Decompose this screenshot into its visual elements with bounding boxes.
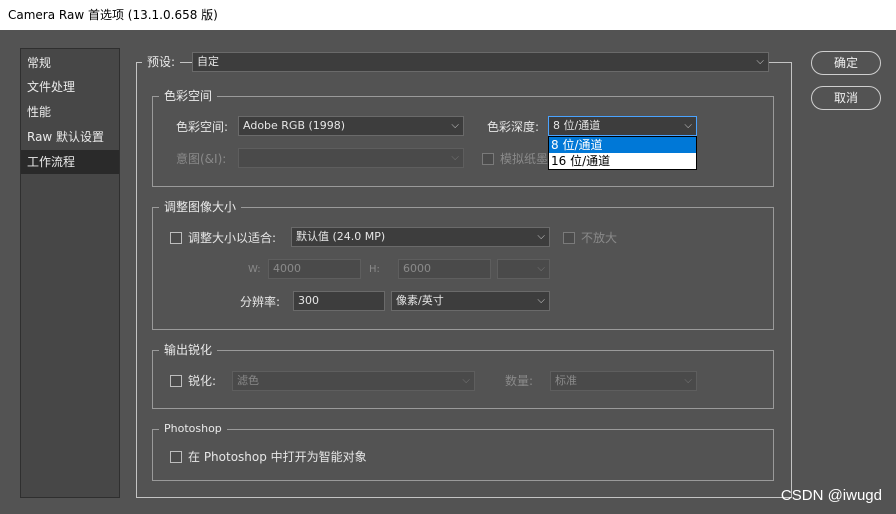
chevron-down-icon: ⌵ bbox=[756, 56, 764, 67]
resolution-unit-value: 像素/英寸 bbox=[396, 294, 444, 307]
amount-value: 标准 bbox=[555, 374, 577, 387]
preset-select[interactable]: 自定 ⌵ bbox=[192, 52, 769, 72]
watermark-text: CSDN @iwugd bbox=[780, 487, 882, 504]
sharpen-label: 锐化: bbox=[188, 374, 217, 388]
resize-to-fit-value: 默认值 (24.0 MP) bbox=[296, 230, 386, 243]
sidebar-item-raw-defaults[interactable]: Raw 默认设置 bbox=[21, 125, 119, 149]
intent-select[interactable]: ⌵ bbox=[238, 148, 464, 168]
color-depth-option-8bit[interactable]: 8 位/通道 bbox=[549, 137, 696, 153]
color-depth-value: 8 位/通道 bbox=[553, 119, 601, 132]
smart-object-label: 在 Photoshop 中打开为智能对象 bbox=[188, 450, 367, 464]
width-input[interactable]: 4000 bbox=[268, 259, 361, 279]
chevron-down-icon: ⌵ bbox=[462, 375, 470, 386]
preset-value: 自定 bbox=[197, 55, 219, 68]
color-depth-select[interactable]: 8 位/通道 ⌵ bbox=[548, 116, 697, 136]
preset-label: 预设: bbox=[142, 55, 181, 69]
sidebar-item-general[interactable]: 常规 bbox=[21, 51, 119, 75]
resize-legend: 调整图像大小 bbox=[159, 200, 242, 214]
color-space-legend: 色彩空间 bbox=[159, 89, 218, 103]
simulate-paper-label: 模拟纸墨 bbox=[500, 152, 549, 166]
color-space-label: 色彩空间: bbox=[176, 120, 229, 134]
ok-button[interactable]: 确定 bbox=[811, 51, 881, 75]
amount-label: 数量: bbox=[505, 374, 534, 388]
chevron-down-icon: ⌵ bbox=[684, 375, 692, 386]
sharpen-target-select[interactable]: 滤色 ⌵ bbox=[232, 371, 475, 391]
sidebar-item-workflow[interactable]: 工作流程 bbox=[21, 150, 119, 174]
resolution-unit-select[interactable]: 像素/英寸 ⌵ bbox=[391, 291, 550, 311]
width-label: W: bbox=[248, 264, 261, 275]
chevron-down-icon: ⌵ bbox=[451, 152, 459, 163]
no-enlarge-checkbox[interactable] bbox=[563, 232, 575, 244]
chevron-down-icon: ⌵ bbox=[684, 120, 692, 131]
resize-to-fit-label: 调整大小以适合: bbox=[188, 231, 277, 245]
size-unit-select[interactable]: ⌵ bbox=[497, 259, 550, 279]
simulate-paper-checkbox[interactable] bbox=[482, 153, 494, 165]
chevron-down-icon: ⌵ bbox=[451, 120, 459, 131]
sidebar: 常规 文件处理 性能 Raw 默认设置 工作流程 bbox=[20, 48, 120, 498]
amount-select[interactable]: 标准 ⌵ bbox=[550, 371, 697, 391]
chevron-down-icon: ⌵ bbox=[537, 263, 545, 274]
resize-to-fit-select[interactable]: 默认值 (24.0 MP) ⌵ bbox=[291, 227, 550, 247]
height-input[interactable]: 6000 bbox=[398, 259, 491, 279]
color-space-select[interactable]: Adobe RGB (1998) ⌵ bbox=[238, 116, 464, 136]
sidebar-item-performance[interactable]: 性能 bbox=[21, 100, 119, 124]
cancel-button[interactable]: 取消 bbox=[811, 86, 881, 110]
sharpen-target-value: 滤色 bbox=[237, 374, 259, 387]
color-depth-dropdown: 8 位/通道 16 位/通道 bbox=[548, 136, 697, 170]
color-depth-label: 色彩深度: bbox=[487, 120, 540, 134]
intent-label: 意图(&I): bbox=[176, 152, 227, 166]
smart-object-checkbox[interactable] bbox=[170, 451, 182, 463]
photoshop-legend: Photoshop bbox=[159, 422, 227, 436]
height-label: H: bbox=[369, 264, 380, 275]
sidebar-item-file-handling[interactable]: 文件处理 bbox=[21, 75, 119, 99]
sharpen-legend: 输出锐化 bbox=[159, 343, 218, 357]
resolution-input[interactable]: 300 bbox=[293, 291, 385, 311]
resize-to-fit-checkbox[interactable] bbox=[170, 232, 182, 244]
chevron-down-icon: ⌵ bbox=[537, 295, 545, 306]
color-depth-option-16bit[interactable]: 16 位/通道 bbox=[549, 153, 696, 169]
chevron-down-icon: ⌵ bbox=[537, 231, 545, 242]
resolution-label: 分辨率: bbox=[240, 295, 281, 309]
color-space-value: Adobe RGB (1998) bbox=[243, 119, 346, 132]
sharpen-checkbox[interactable] bbox=[170, 375, 182, 387]
window-title: Camera Raw 首选项 (13.1.0.658 版) bbox=[0, 0, 896, 30]
no-enlarge-label: 不放大 bbox=[581, 231, 618, 245]
